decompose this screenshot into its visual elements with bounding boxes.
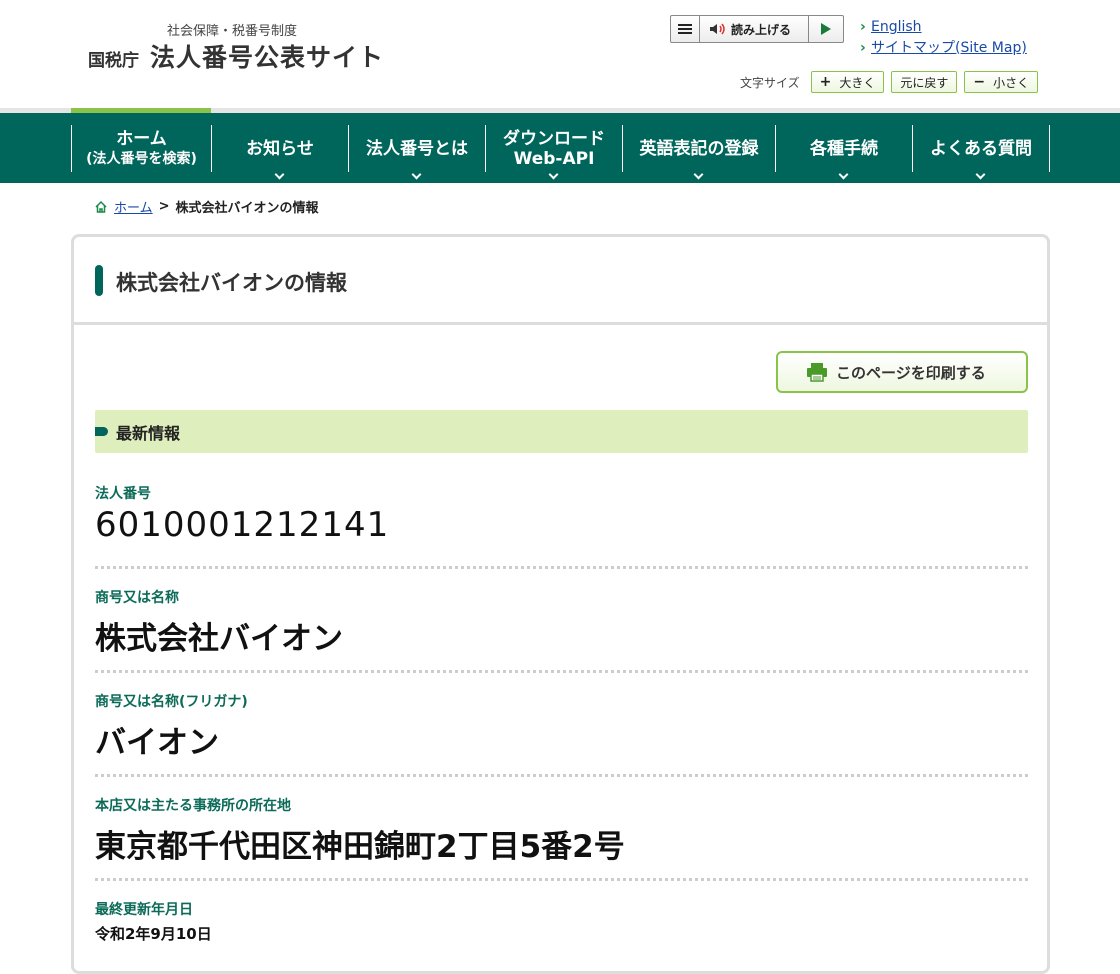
title-accent-bar <box>95 265 103 296</box>
breadcrumb-current: 株式会社バイオンの情報 <box>175 201 319 216</box>
chevron-down-icon <box>838 169 849 180</box>
field-value: 東京都千代田区神田錦町2丁目5番2号 <box>95 829 625 865</box>
field-corporate-number: 法人番号 6010001212141 <box>95 483 1028 569</box>
site-header: 社会保障・税番号制度 国税庁 法人番号公表サイト 読み上げる English サ… <box>0 0 1120 108</box>
chevron-down-icon <box>975 169 986 180</box>
home-icon <box>95 200 107 213</box>
nav-item-english[interactable]: 英語表記の登録 <box>623 125 776 180</box>
nav-item-procedures[interactable]: 各種手続 <box>776 125 913 180</box>
field-company-furigana: 商号又は名称(フリガナ) バイオン <box>95 691 1028 777</box>
field-value: バイオン <box>95 725 219 761</box>
font-size-controls: 文字サイズ + 大きく 元に戻す − 小さく <box>740 71 1039 93</box>
chevron-down-icon <box>548 169 559 180</box>
nav-item-download[interactable]: ダウンロード Web-API <box>486 125 623 180</box>
read-aloud-toolbar: 読み上げる <box>670 15 844 43</box>
play-button[interactable] <box>809 16 843 42</box>
font-reset-button[interactable]: 元に戻す <box>891 71 958 93</box>
field-label: 本店又は主たる事務所の所在地 <box>95 798 291 814</box>
chevron-down-icon <box>411 169 422 180</box>
speaker-icon <box>710 23 725 35</box>
print-page-label: このページを印刷する <box>836 363 986 382</box>
section-marker <box>95 427 108 436</box>
field-label: 商号又は名称 <box>95 590 179 606</box>
field-label: 最終更新年月日 <box>95 902 193 918</box>
print-page-button[interactable]: このページを印刷する <box>776 351 1028 393</box>
corporate-info-panel: 株式会社バイオンの情報 このページを印刷する 最新情報 法人番号 6010001… <box>71 234 1050 974</box>
global-nav: ホーム (法人番号を検索) お知らせ 法人番号とは ダウンロード Web-API… <box>0 113 1120 183</box>
field-label: 法人番号 <box>95 486 151 502</box>
printer-icon <box>807 363 827 382</box>
sitemap-link[interactable]: サイトマップ(Site Map) <box>860 38 1027 59</box>
font-size-label: 文字サイズ <box>740 75 800 90</box>
field-value: 株式会社バイオン <box>95 621 343 657</box>
field-company-name: 商号又は名称 株式会社バイオン <box>95 587 1028 673</box>
logo-subtitle: 社会保障・税番号制度 <box>167 24 298 39</box>
breadcrumb-home-link[interactable]: ホーム <box>114 197 153 216</box>
font-larger-button[interactable]: + 大きく <box>810 71 885 93</box>
section-latest-info: 最新情報 <box>95 410 1028 453</box>
field-label: 商号又は名称(フリガナ) <box>95 694 248 710</box>
logo-agency: 国税庁 <box>88 51 139 71</box>
font-smaller-button[interactable]: − 小さく <box>964 71 1039 93</box>
minus-icon: − <box>973 74 986 90</box>
nav-item-home[interactable]: ホーム (法人番号を検索) <box>72 125 212 172</box>
field-value: 6010001212141 <box>95 505 390 545</box>
english-link[interactable]: English <box>860 17 1027 38</box>
play-icon <box>821 23 831 35</box>
read-aloud-label: 読み上げる <box>731 22 792 37</box>
read-aloud-menu-button[interactable] <box>671 16 700 42</box>
read-aloud-button[interactable]: 読み上げる <box>700 16 809 42</box>
breadcrumb-separator: > <box>158 199 170 214</box>
page-title: 株式会社バイオンの情報 <box>116 271 347 295</box>
chevron-down-icon <box>274 169 285 180</box>
field-value: 令和2年9月10日 <box>95 925 212 943</box>
logo-site-name: 法人番号公表サイト <box>150 43 385 72</box>
breadcrumb: ホーム > 株式会社バイオンの情報 <box>94 197 319 216</box>
chevron-down-icon <box>693 169 704 180</box>
plus-icon: + <box>819 74 832 90</box>
section-title: 最新情報 <box>116 423 181 443</box>
field-head-office-address: 本店又は主たる事務所の所在地 東京都千代田区神田錦町2丁目5番2号 <box>95 795 1028 881</box>
top-links: English サイトマップ(Site Map) <box>860 17 1027 59</box>
nav-item-faq[interactable]: よくある質問 <box>913 125 1050 180</box>
nav-item-about[interactable]: 法人番号とは <box>349 125 486 180</box>
nav-item-news[interactable]: お知らせ <box>212 125 349 180</box>
field-last-updated: 最終更新年月日 令和2年9月10日 <box>95 899 1028 959</box>
panel-header: 株式会社バイオンの情報 <box>74 237 1047 325</box>
